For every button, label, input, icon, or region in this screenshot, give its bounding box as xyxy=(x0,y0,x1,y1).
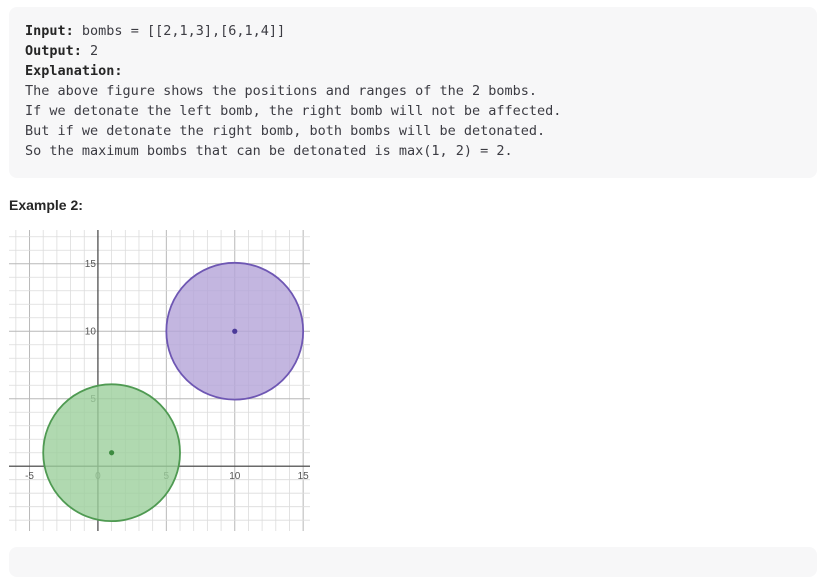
output-line: Output: 2 xyxy=(25,41,801,61)
x-tick-label: -5 xyxy=(25,471,34,482)
x-tick-label: 15 xyxy=(298,471,310,482)
explanation-label-line: Explanation: xyxy=(25,61,801,81)
explanation-label: Explanation: xyxy=(25,63,123,79)
input-line: Input: bombs = [[2,1,3],[6,1,4]] xyxy=(25,21,801,41)
example2-heading: Example 2: xyxy=(9,197,83,213)
x-tick-label: 10 xyxy=(229,471,241,482)
explanation-line-1: The above figure shows the positions and… xyxy=(25,83,538,99)
output-value: 2 xyxy=(90,43,99,59)
bomb-center-point-1 xyxy=(109,450,115,456)
y-tick-label: 15 xyxy=(85,259,97,270)
bomb-center-point-2 xyxy=(232,328,238,334)
example2-code-block xyxy=(9,547,817,577)
explanation-line-4: So the maximum bombs that can be detonat… xyxy=(25,143,513,159)
y-tick-label: 10 xyxy=(85,327,97,338)
output-label: Output: xyxy=(25,43,82,59)
plot-svg: -505101551015 xyxy=(9,230,310,531)
input-label: Input: xyxy=(25,23,74,39)
bomb-range-plot: -505101551015 xyxy=(9,230,310,531)
example1-code-block: Input: bombs = [[2,1,3],[6,1,4]] Output: … xyxy=(9,7,817,178)
explanation-line-2: If we detonate the left bomb, the right … xyxy=(25,103,562,119)
explanation-line-3: But if we detonate the right bomb, both … xyxy=(25,123,546,139)
input-value: bombs = [[2,1,3],[6,1,4]] xyxy=(81,23,286,39)
